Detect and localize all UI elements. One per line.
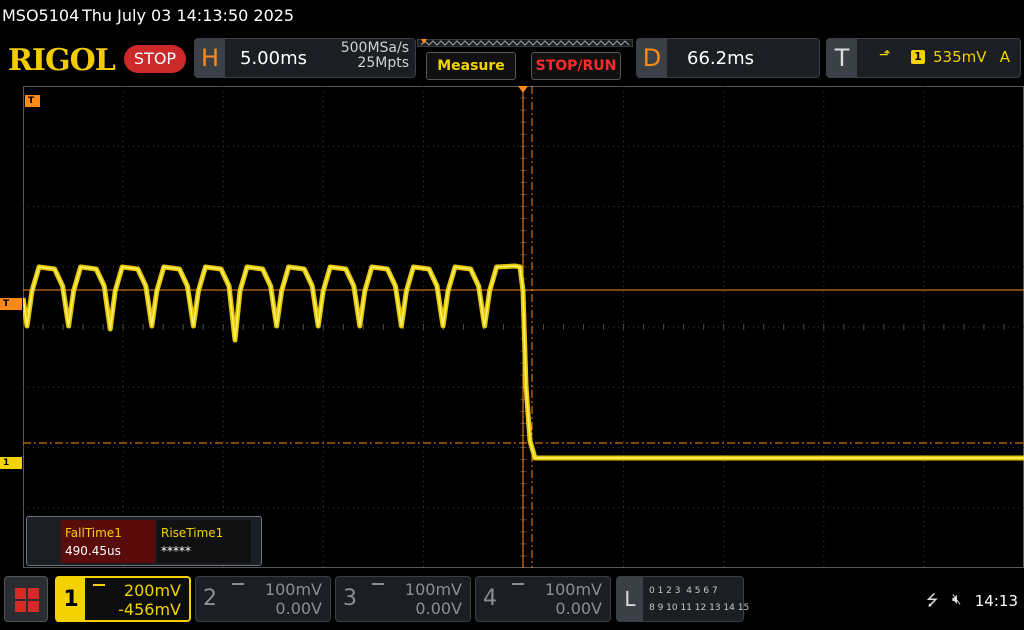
dc-coupling-icon (512, 583, 524, 589)
main-menu-button[interactable] (4, 576, 48, 622)
graticule (23, 86, 1024, 568)
channel-scale: 100mV (544, 580, 602, 599)
measure-button[interactable]: Measure (426, 52, 516, 80)
trigger-mode: A (999, 48, 1010, 66)
trigger-time-marker[interactable]: T (25, 95, 40, 107)
speaker-muted-icon[interactable]: 🔇︎ (952, 590, 961, 608)
channel-2-panel[interactable]: 2 100mV 0.00V (195, 576, 331, 622)
channel-3-panel[interactable]: 3 100mV 0.00V (335, 576, 471, 622)
channel-number: 1 (57, 578, 85, 622)
top-toolbar: RIGOL STOP H 5.00ms 500MSa/s 25Mpts Meas… (0, 33, 1024, 86)
memory-position-strip[interactable] (417, 39, 633, 47)
measurement-table[interactable]: FallTime1 490.45us RiseTime1 ***** (26, 516, 262, 566)
trigger-key: T (827, 39, 857, 77)
usb-icon: ⭍ (926, 591, 939, 609)
datetime-label: Thu July 03 14:13:50 2025 (82, 6, 295, 25)
dc-coupling-icon (93, 584, 105, 590)
channel-number: 3 (343, 586, 357, 611)
trigger-arrow-icon (518, 86, 528, 93)
stop-run-button[interactable]: STOP/RUN (531, 52, 621, 80)
acquisition-status-badge[interactable]: STOP (124, 45, 186, 73)
channel-scale: 200mV (123, 581, 181, 600)
channel-scale: 100mV (404, 580, 462, 599)
trigger-level-value: 535mV (933, 48, 987, 66)
horizontal-panel[interactable]: H 5.00ms 500MSa/s 25Mpts (194, 38, 416, 78)
logic-key: L (617, 577, 643, 621)
rigol-logo: RIGOL (8, 43, 116, 78)
logic-channels-row1: 0 1 2 3 4 5 6 7 (649, 586, 718, 596)
title-bar: MSO5104 Thu July 03 14:13:50 2025 (0, 0, 1024, 33)
trigger-panel[interactable]: T ⬏ 1 535mV A (826, 38, 1021, 78)
channel-number: 4 (483, 586, 497, 611)
measurement-risetime[interactable]: RiseTime1 ***** (157, 520, 251, 563)
menu-grid-icon (15, 588, 39, 612)
waveform-display[interactable] (23, 86, 1024, 568)
dc-coupling-icon (232, 583, 244, 589)
logic-analyzer-panel[interactable]: L 0 1 2 3 4 5 6 7 8 9 10 11 12 13 14 15 (616, 576, 749, 622)
logic-channels-row2: 8 9 10 11 12 13 14 15 (649, 603, 750, 613)
trigger-level-marker[interactable]: T (0, 298, 22, 310)
bottom-bar: 1 200mV -456mV 2 100mV 0.00V 3 100mV 0.0… (0, 568, 1024, 630)
timebase-value: 5.00ms (240, 48, 307, 69)
channel-offset: 0.00V (275, 599, 322, 618)
horizontal-key: H (195, 39, 225, 77)
delay-value: 66.2ms (687, 48, 754, 69)
memory-depth: 25Mpts (357, 55, 409, 71)
model-label: MSO5104 (2, 6, 80, 25)
dc-coupling-icon (372, 583, 384, 589)
channel-number: 2 (203, 586, 217, 611)
measurement-name: FallTime1 (65, 526, 122, 540)
channel1-offset-marker[interactable]: 1 (0, 457, 22, 469)
measurement-falltime[interactable]: FallTime1 490.45us (61, 520, 155, 563)
channel-offset: -456mV (118, 600, 181, 619)
channel-offset: 0.00V (415, 599, 462, 618)
sample-rate: 500MSa/s (340, 40, 409, 56)
channel-1-panel[interactable]: 1 200mV -456mV (55, 576, 191, 622)
measurement-value: ***** (161, 544, 191, 558)
rising-edge-icon: ⬏ (879, 47, 891, 63)
system-clock: 14:13 (974, 592, 1018, 610)
delay-panel[interactable]: D 66.2ms (636, 38, 820, 78)
acquisition-rate: 500MSa/s 25Mpts (341, 41, 409, 71)
measurement-value: 490.45us (65, 544, 121, 558)
trigger-source: 1 (911, 50, 925, 64)
channel-offset: 0.00V (555, 599, 602, 618)
measurement-name: RiseTime1 (161, 526, 224, 540)
delay-key: D (637, 39, 667, 77)
channel-scale: 100mV (264, 580, 322, 599)
channel-4-panel[interactable]: 4 100mV 0.00V (475, 576, 611, 622)
